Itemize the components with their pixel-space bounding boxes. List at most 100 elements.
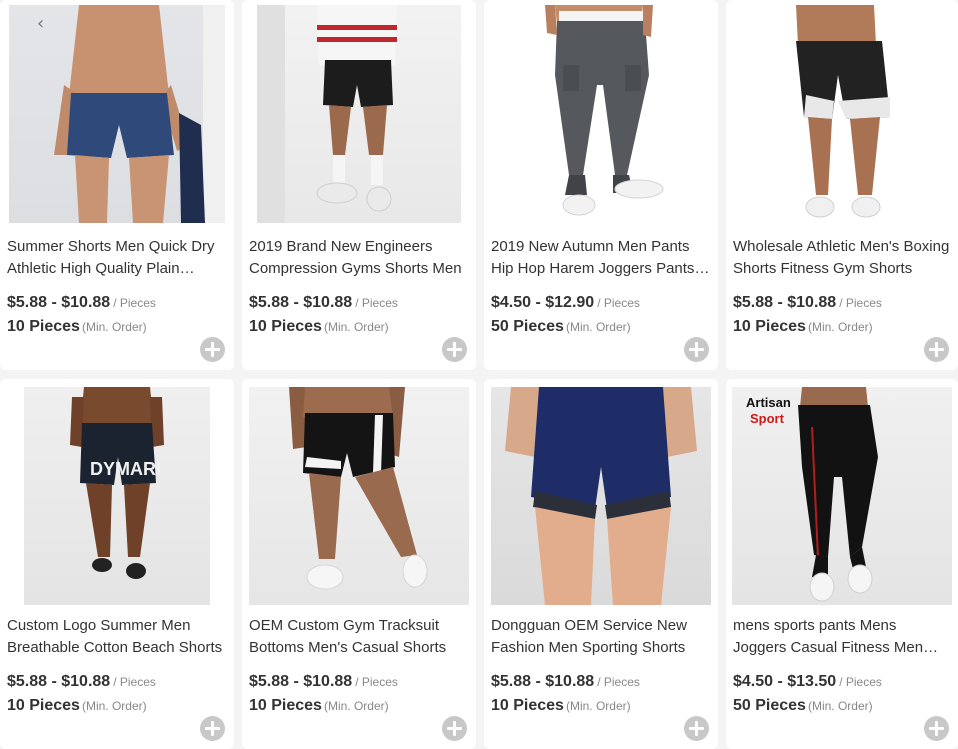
- product-image-wrap[interactable]: [242, 386, 476, 606]
- price-unit: / Pieces: [355, 675, 398, 689]
- product-price: $5.88 - $10.88: [249, 673, 353, 690]
- price-line: $5.88 - $10.88/ Pieces: [733, 294, 882, 312]
- product-card[interactable]: 2019 Brand New Engineers Compression Gym…: [242, 0, 476, 370]
- price-line: $5.88 - $10.88/ Pieces: [7, 673, 156, 691]
- plus-circle-icon[interactable]: [200, 337, 225, 362]
- product-card[interactable]: Wholesale Athletic Men's Boxing Shorts F…: [726, 0, 958, 370]
- product-card[interactable]: Dongguan OEM Service New Fashion Men Spo…: [484, 379, 718, 749]
- min-order-line: 50 Pieces (Min. Order): [491, 318, 631, 336]
- min-order-label: (Min. Order): [807, 699, 873, 713]
- product-title[interactable]: Dongguan OEM Service New Fashion Men Spo…: [491, 615, 710, 659]
- price-unit: / Pieces: [597, 296, 640, 310]
- product-image-wrap[interactable]: [484, 4, 718, 224]
- product-title[interactable]: 2019 Brand New Engineers Compression Gym…: [249, 236, 468, 280]
- product-card[interactable]: ‹ Summer Shorts Men Quick Dry Athletic H…: [0, 0, 234, 370]
- product-price: $5.88 - $10.88: [491, 673, 595, 690]
- product-image[interactable]: [493, 5, 709, 223]
- product-image-wrap[interactable]: [242, 4, 476, 224]
- product-image[interactable]: [491, 387, 711, 605]
- plus-circle-icon[interactable]: [442, 716, 467, 741]
- plus-circle-icon[interactable]: [442, 337, 467, 362]
- price-line: $5.88 - $10.88/ Pieces: [7, 294, 156, 312]
- product-card[interactable]: 2019 New Autumn Men Pants Hip Hop Harem …: [484, 0, 718, 370]
- min-order-line: 10 Pieces (Min. Order): [249, 697, 389, 715]
- brand-logo-text: Artisan: [746, 395, 791, 410]
- product-title[interactable]: OEM Custom Gym Tracksuit Bottoms Men's C…: [249, 615, 468, 659]
- min-order-qty: 10 Pieces: [7, 697, 80, 714]
- min-order-label: (Min. Order): [81, 699, 147, 713]
- product-title[interactable]: 2019 New Autumn Men Pants Hip Hop Harem …: [491, 236, 710, 280]
- min-order-line: 50 Pieces (Min. Order): [733, 697, 873, 715]
- product-grid: ‹ Summer Shorts Men Quick Dry Athletic H…: [0, 0, 958, 749]
- product-image-wrap[interactable]: DYMARI: [0, 386, 234, 606]
- product-card[interactable]: DYMARI Custom Logo Summer Men Breathable…: [0, 379, 234, 749]
- product-card[interactable]: OEM Custom Gym Tracksuit Bottoms Men's C…: [242, 379, 476, 749]
- min-order-label: (Min. Order): [565, 699, 631, 713]
- min-order-line: 10 Pieces (Min. Order): [7, 697, 147, 715]
- price-unit: / Pieces: [355, 296, 398, 310]
- stripe-shorts-photo: [289, 387, 428, 590]
- product-image[interactable]: DYMARI: [24, 387, 210, 605]
- product-image-wrap[interactable]: Artisan Sport: [726, 386, 958, 606]
- product-image[interactable]: [257, 5, 461, 223]
- product-price: $4.50 - $12.90: [491, 294, 595, 311]
- min-order-line: 10 Pieces (Min. Order): [733, 318, 873, 336]
- product-price: $5.88 - $10.88: [249, 294, 353, 311]
- plus-circle-icon[interactable]: [684, 716, 709, 741]
- price-unit: / Pieces: [113, 296, 156, 310]
- price-line: $5.88 - $10.88/ Pieces: [491, 673, 640, 691]
- navy-shorts-photo: [54, 5, 225, 223]
- product-price: $5.88 - $10.88: [733, 294, 837, 311]
- plus-circle-icon[interactable]: [200, 716, 225, 741]
- double-layer-shorts-photo: [505, 387, 697, 605]
- price-line: $4.50 - $12.90/ Pieces: [491, 294, 640, 312]
- product-title[interactable]: mens sports pants Mens Joggers Casual Fi…: [733, 615, 950, 659]
- product-title[interactable]: Wholesale Athletic Men's Boxing Shorts F…: [733, 236, 950, 280]
- product-price: $5.88 - $10.88: [7, 294, 111, 311]
- product-image[interactable]: [734, 5, 950, 223]
- product-image[interactable]: Artisan Sport: [732, 387, 952, 605]
- product-price: $5.88 - $10.88: [7, 673, 111, 690]
- product-title[interactable]: Custom Logo Summer Men Breathable Cotton…: [7, 615, 226, 659]
- price-unit: / Pieces: [113, 675, 156, 689]
- grey-cargo-joggers-photo: [545, 5, 664, 216]
- min-order-qty: 50 Pieces: [733, 697, 806, 714]
- product-image-wrap[interactable]: [726, 4, 958, 224]
- min-order-label: (Min. Order): [81, 320, 147, 334]
- product-title[interactable]: Summer Shorts Men Quick Dry Athletic Hig…: [7, 236, 226, 280]
- logo-shorts-photo: DYMARI: [70, 387, 164, 579]
- min-order-label: (Min. Order): [807, 320, 873, 334]
- min-order-line: 10 Pieces (Min. Order): [7, 318, 147, 336]
- min-order-line: 10 Pieces (Min. Order): [491, 697, 631, 715]
- product-image[interactable]: [249, 387, 469, 605]
- product-image[interactable]: ‹: [9, 5, 225, 223]
- min-order-qty: 10 Pieces: [491, 697, 564, 714]
- min-order-label: (Min. Order): [323, 699, 389, 713]
- price-line: $4.50 - $13.50/ Pieces: [733, 673, 882, 691]
- price-unit: / Pieces: [839, 296, 882, 310]
- plus-circle-icon[interactable]: [684, 337, 709, 362]
- plus-circle-icon[interactable]: [924, 337, 949, 362]
- price-line: $5.88 - $10.88/ Pieces: [249, 673, 398, 691]
- black-white-shorts-photo: [796, 5, 890, 218]
- price-unit: / Pieces: [597, 675, 640, 689]
- min-order-qty: 10 Pieces: [7, 318, 80, 335]
- min-order-line: 10 Pieces (Min. Order): [249, 318, 389, 336]
- min-order-qty: 10 Pieces: [733, 318, 806, 335]
- product-image-wrap[interactable]: ‹: [0, 4, 234, 224]
- black-joggers-photo: Artisan Sport: [746, 387, 878, 602]
- product-image-wrap[interactable]: [484, 386, 718, 606]
- min-order-qty: 10 Pieces: [249, 697, 322, 714]
- product-card[interactable]: Artisan Sport mens sports pants Mens Jog…: [726, 379, 958, 749]
- price-unit: / Pieces: [839, 675, 882, 689]
- black-shorts-photo: [257, 5, 397, 223]
- carousel-prev-icon[interactable]: ‹: [37, 13, 44, 34]
- min-order-label: (Min. Order): [323, 320, 389, 334]
- plus-circle-icon[interactable]: [924, 716, 949, 741]
- product-price: $4.50 - $13.50: [733, 673, 837, 690]
- brand-logo-text: Sport: [750, 411, 785, 426]
- min-order-qty: 10 Pieces: [249, 318, 322, 335]
- min-order-label: (Min. Order): [565, 320, 631, 334]
- min-order-qty: 50 Pieces: [491, 318, 564, 335]
- price-line: $5.88 - $10.88/ Pieces: [249, 294, 398, 312]
